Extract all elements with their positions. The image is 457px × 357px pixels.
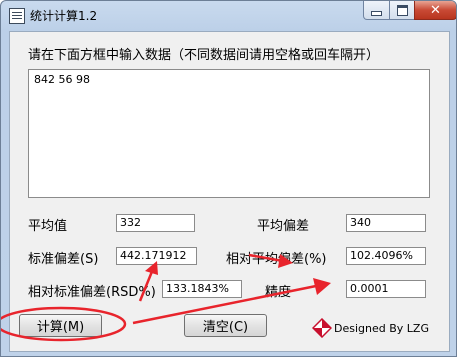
minimize-button[interactable] — [363, 1, 390, 20]
close-button[interactable]: ✕ — [414, 1, 456, 20]
mean-label: 平均值 — [28, 219, 68, 234]
average-deviation-field[interactable]: 340 — [346, 214, 426, 232]
average-deviation-label: 平均偏差 — [257, 219, 310, 234]
std-dev-field[interactable]: 442.171912 — [116, 247, 197, 265]
mean-field[interactable]: 332 — [116, 214, 195, 232]
rel-avg-dev-field[interactable]: 102.4096% — [346, 247, 426, 265]
std-dev-label: 标准偏差(S) — [28, 252, 99, 267]
maximize-button[interactable] — [389, 1, 415, 20]
clear-button[interactable]: 清空(C) — [184, 314, 267, 337]
client-area: 请在下面方框中输入数据（不同数据间请用空格或回车隔开） 842 56 98 平均… — [9, 31, 450, 352]
maximize-icon — [396, 4, 408, 16]
rsd-field[interactable]: 133.1843% — [162, 280, 242, 298]
designer-logo-icon — [312, 318, 332, 338]
calculate-button[interactable]: 计算(M) — [19, 314, 102, 337]
app-window: 统计计算1.2 ✕ 请在下面方框中输入数据（不同数据间请用空格或回车隔开） 84… — [0, 0, 457, 357]
rel-avg-dev-label: 相对平均偏差(%) — [226, 252, 327, 267]
input-instructions: 请在下面方框中输入数据（不同数据间请用空格或回车隔开） — [28, 48, 380, 63]
title-bar: 统计计算1.2 ✕ — [1, 1, 456, 31]
precision-label: 精度 — [265, 285, 292, 300]
minimize-icon — [371, 10, 382, 16]
app-icon — [9, 8, 25, 24]
rsd-label: 相对标准偏差(RSD%) — [28, 285, 156, 300]
credit-text: Designed By LZG — [334, 322, 429, 335]
close-icon: ✕ — [430, 2, 441, 18]
precision-field[interactable]: 0.0001 — [346, 280, 426, 298]
window-title: 统计计算1.2 — [30, 9, 98, 23]
data-input-textarea[interactable]: 842 56 98 — [28, 69, 430, 198]
